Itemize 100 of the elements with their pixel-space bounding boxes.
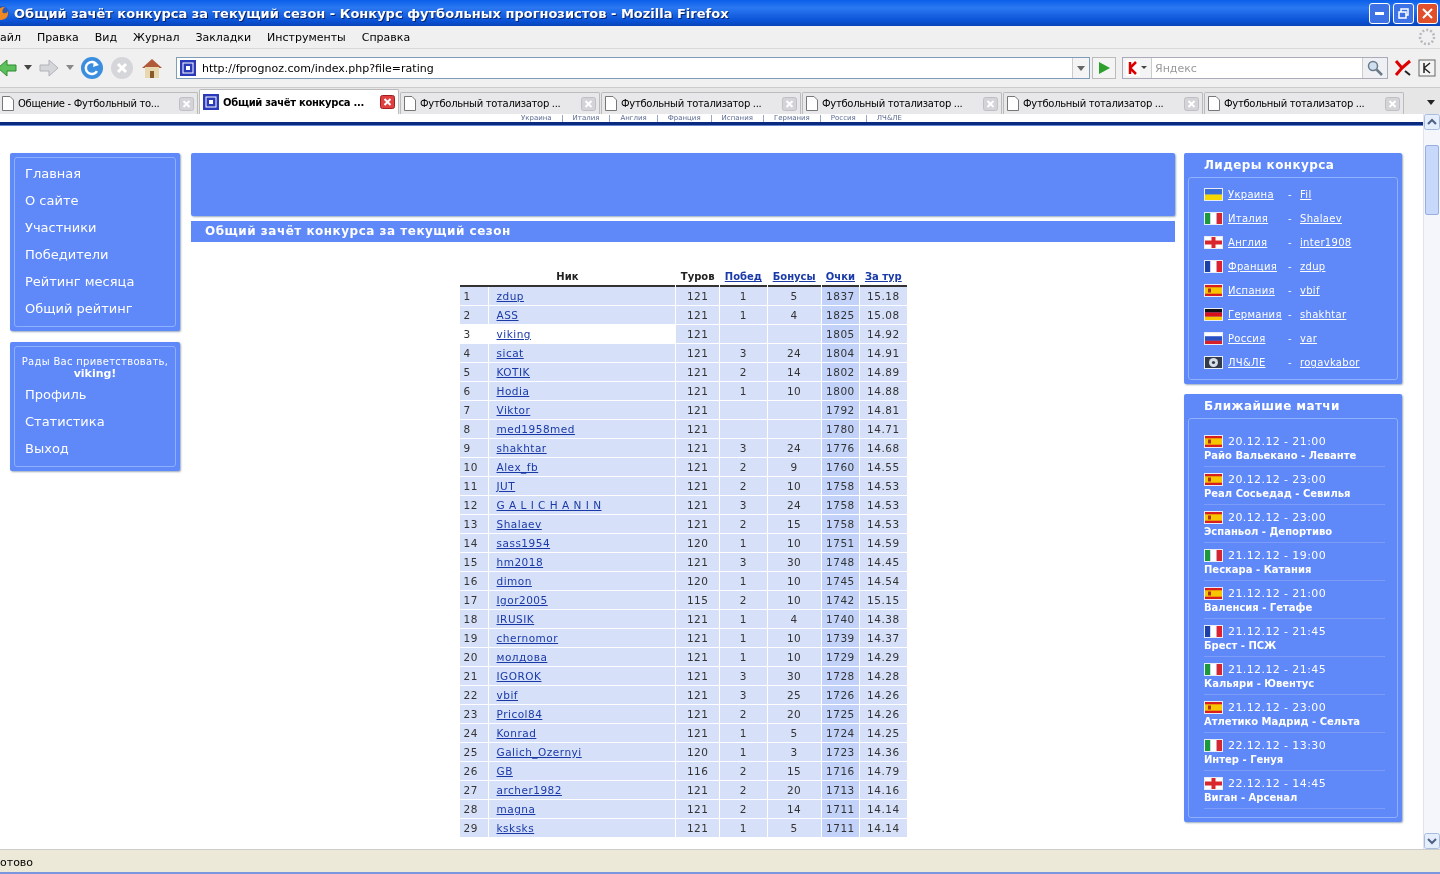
table-cell: 1760 <box>821 458 860 477</box>
user-link[interactable]: zdup <box>496 290 524 302</box>
table-cell: 3 <box>720 344 767 363</box>
browser-tab[interactable]: Футбольный тотализатор ... <box>400 92 600 114</box>
user-link[interactable]: viking <box>496 328 531 340</box>
menu-item[interactable]: Инструменты <box>259 30 354 44</box>
user-link[interactable]: KOTIK <box>496 366 530 378</box>
browser-tab[interactable]: Футбольный тотализатор ... <box>1003 92 1203 114</box>
user-link[interactable]: chernomor <box>496 632 559 644</box>
table-cell: 14 <box>767 800 821 819</box>
user-link[interactable]: archer1982 <box>496 784 562 796</box>
tab-list-icon[interactable] <box>1426 100 1436 106</box>
match-time: 21.12.12 - 19:00 <box>1228 549 1327 562</box>
close-icon <box>1422 7 1433 19</box>
table-cell: 14.36 <box>860 743 907 762</box>
ball-icon <box>1204 356 1223 369</box>
user-link[interactable]: Galich_Ozernyi <box>496 746 582 758</box>
user-link[interactable]: IGOROK <box>496 670 542 682</box>
match-time: 21.12.12 - 23:00 <box>1228 701 1327 714</box>
user-link[interactable]: Viktor <box>496 404 531 416</box>
browser-tab[interactable]: Футбольный тотализатор ... <box>601 92 801 114</box>
page-title: Общий зачёт конкурса за текущий сезон <box>191 221 1175 242</box>
table-cell: 121 <box>676 306 720 325</box>
table-cell <box>767 420 821 439</box>
close-button[interactable] <box>1417 2 1438 24</box>
user-link[interactable]: Konrad <box>496 727 537 739</box>
user-link[interactable]: G A L I C H A N I N <box>496 499 602 511</box>
table-cell: 1802 <box>821 363 860 382</box>
user-link[interactable]: IRUSIK <box>496 613 535 625</box>
table-cell: 14.55 <box>860 458 907 477</box>
back-icon[interactable] <box>0 57 18 79</box>
user-link[interactable]: Pricol84 <box>496 708 543 720</box>
search-bar[interactable]: Яндекс <box>1122 57 1388 79</box>
user-link[interactable]: молдова <box>496 651 548 663</box>
user-link[interactable]: Igor2005 <box>496 594 548 606</box>
user-link[interactable]: sicat <box>496 347 524 359</box>
user-link[interactable]: Shalaev <box>496 518 542 530</box>
user-link[interactable]: magna <box>496 803 536 815</box>
user-link[interactable]: GB <box>496 765 513 777</box>
minimize-button[interactable] <box>1369 2 1390 24</box>
table-cell: 3 <box>720 496 767 515</box>
minimize-icon <box>1375 11 1384 15</box>
go-button[interactable] <box>1092 57 1116 79</box>
scroll-thumb[interactable] <box>1425 145 1439 215</box>
user-link[interactable]: dimon <box>496 575 532 587</box>
table-cell: 14.59 <box>860 534 907 553</box>
menu-item[interactable]: айл <box>0 30 29 44</box>
table-cell: 14.92 <box>860 325 907 344</box>
user-link[interactable]: ASS <box>496 309 519 321</box>
menu-item[interactable]: Закладки <box>187 30 260 44</box>
throbber-icon <box>1418 28 1436 46</box>
user-link[interactable]: JUT <box>496 480 516 492</box>
user-link[interactable]: hm2018 <box>496 556 544 568</box>
table-cell: 3 <box>720 686 767 705</box>
table-cell: 1800 <box>821 382 860 401</box>
user-link[interactable]: med1958med <box>496 423 575 435</box>
browser-tab[interactable]: Футбольный тотализатор ... <box>802 92 1002 114</box>
table-cell: 20 <box>459 648 488 667</box>
italy-flag-icon <box>1204 212 1223 225</box>
table-cell: 1776 <box>821 439 860 458</box>
table-cell: 5 <box>767 819 821 838</box>
table-cell: 14.79 <box>860 762 907 781</box>
table-cell: 24 <box>767 344 821 363</box>
table-cell: 121 <box>676 401 720 420</box>
scroll-up-icon[interactable] <box>1424 114 1440 130</box>
browser-tab[interactable]: Футбольный тотализатор ... <box>1204 92 1404 114</box>
reload-icon[interactable] <box>80 56 104 80</box>
user-link[interactable]: vbif <box>496 689 518 701</box>
browser-tab[interactable]: Общий зачёт конкурса ... <box>199 89 399 114</box>
search-engine-icon[interactable] <box>1123 58 1152 78</box>
user-link[interactable]: shakhtar <box>496 442 547 454</box>
menu-item[interactable]: Вид <box>86 30 126 44</box>
browser-tab[interactable]: Общение - Футбольный то... <box>0 92 198 114</box>
search-icon[interactable] <box>1367 60 1383 76</box>
table-cell: 14.25 <box>860 724 907 743</box>
caret-icon[interactable] <box>24 65 32 71</box>
table-cell: 121 <box>676 629 720 648</box>
scroll-down-icon[interactable] <box>1424 833 1440 849</box>
maximize-button[interactable] <box>1393 2 1414 24</box>
user-link[interactable]: Hodia <box>496 385 530 397</box>
menu-item[interactable]: Справка <box>353 30 419 44</box>
table-cell: 14.54 <box>860 572 907 591</box>
scrollbar[interactable] <box>1423 114 1440 849</box>
user-link[interactable]: sass1954 <box>496 537 551 549</box>
address-field[interactable]: http://fprognoz.com/index.php?file=rating <box>176 57 1090 79</box>
match-time: 20.12.12 - 23:00 <box>1228 511 1327 524</box>
close-icon[interactable] <box>380 95 395 109</box>
match-time: 20.12.12 - 21:00 <box>1228 435 1327 448</box>
table-cell: 121 <box>676 420 720 439</box>
table-cell: 121 <box>676 458 720 477</box>
menu-item[interactable]: Журнал <box>125 30 188 44</box>
menu-item[interactable]: Правка <box>28 30 87 44</box>
user-link[interactable]: ksksks <box>496 822 535 834</box>
user-link[interactable]: Alex_fb <box>496 461 539 473</box>
home-icon[interactable] <box>140 56 164 80</box>
panel-title: Ближайшие матчи <box>1203 398 1341 415</box>
match-time: 22.12.12 - 14:45 <box>1228 777 1327 790</box>
table-cell: 121 <box>676 496 720 515</box>
dropdown-icon[interactable] <box>1077 65 1085 71</box>
table-cell: 1723 <box>821 743 860 762</box>
